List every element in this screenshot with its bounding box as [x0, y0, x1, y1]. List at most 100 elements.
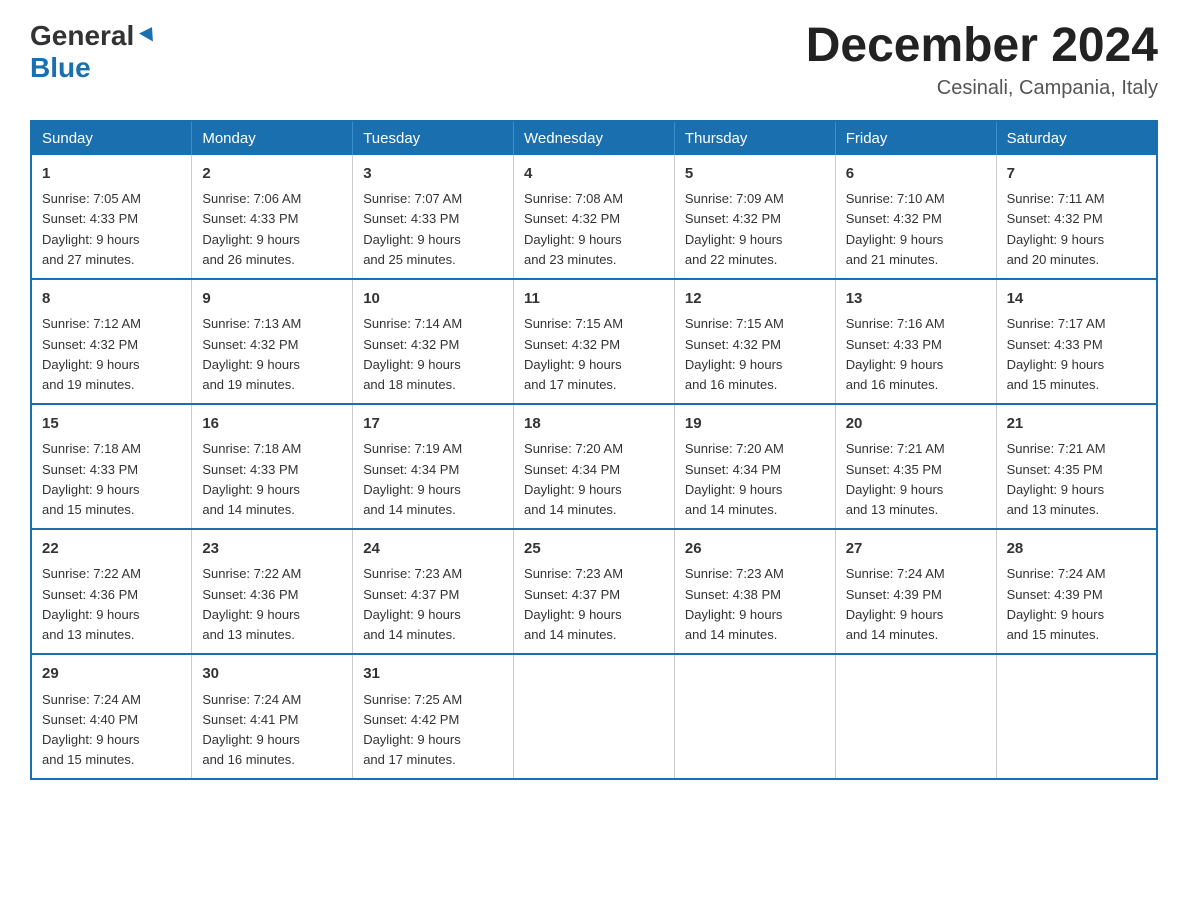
week-row-2: 8 Sunrise: 7:12 AMSunset: 4:32 PMDayligh… — [31, 279, 1157, 404]
day-number: 23 — [202, 538, 342, 561]
day-cell-12: 12 Sunrise: 7:15 AMSunset: 4:32 PMDaylig… — [674, 279, 835, 404]
logo-general-text: General — [30, 20, 134, 52]
day-cell-8: 8 Sunrise: 7:12 AMSunset: 4:32 PMDayligh… — [31, 279, 192, 404]
day-info: Sunrise: 7:10 AMSunset: 4:32 PMDaylight:… — [846, 191, 945, 266]
day-info: Sunrise: 7:07 AMSunset: 4:33 PMDaylight:… — [363, 191, 462, 266]
day-info: Sunrise: 7:23 AMSunset: 4:38 PMDaylight:… — [685, 566, 784, 641]
day-number: 17 — [363, 413, 503, 436]
logo: General Blue — [30, 20, 158, 84]
day-number: 30 — [202, 663, 342, 686]
day-cell-15: 15 Sunrise: 7:18 AMSunset: 4:33 PMDaylig… — [31, 404, 192, 529]
page-header: General Blue December 2024 Cesinali, Cam… — [30, 20, 1158, 100]
day-cell-3: 3 Sunrise: 7:07 AMSunset: 4:33 PMDayligh… — [353, 155, 514, 279]
day-info: Sunrise: 7:06 AMSunset: 4:33 PMDaylight:… — [202, 191, 301, 266]
day-info: Sunrise: 7:23 AMSunset: 4:37 PMDaylight:… — [363, 566, 462, 641]
day-info: Sunrise: 7:11 AMSunset: 4:32 PMDaylight:… — [1007, 191, 1105, 266]
day-number: 9 — [202, 288, 342, 311]
day-number: 20 — [846, 413, 986, 436]
empty-cell — [674, 654, 835, 779]
day-number: 12 — [685, 288, 825, 311]
day-number: 19 — [685, 413, 825, 436]
day-cell-25: 25 Sunrise: 7:23 AMSunset: 4:37 PMDaylig… — [514, 529, 675, 654]
day-info: Sunrise: 7:14 AMSunset: 4:32 PMDaylight:… — [363, 316, 462, 391]
day-info: Sunrise: 7:20 AMSunset: 4:34 PMDaylight:… — [685, 441, 784, 516]
day-cell-29: 29 Sunrise: 7:24 AMSunset: 4:40 PMDaylig… — [31, 654, 192, 779]
day-info: Sunrise: 7:20 AMSunset: 4:34 PMDaylight:… — [524, 441, 623, 516]
day-number: 16 — [202, 413, 342, 436]
day-header-sunday: Sunday — [31, 121, 192, 155]
day-cell-10: 10 Sunrise: 7:14 AMSunset: 4:32 PMDaylig… — [353, 279, 514, 404]
day-number: 31 — [363, 663, 503, 686]
day-number: 4 — [524, 163, 664, 186]
day-number: 15 — [42, 413, 181, 436]
day-cell-21: 21 Sunrise: 7:21 AMSunset: 4:35 PMDaylig… — [996, 404, 1157, 529]
day-cell-17: 17 Sunrise: 7:19 AMSunset: 4:34 PMDaylig… — [353, 404, 514, 529]
day-info: Sunrise: 7:16 AMSunset: 4:33 PMDaylight:… — [846, 316, 945, 391]
day-number: 26 — [685, 538, 825, 561]
day-cell-20: 20 Sunrise: 7:21 AMSunset: 4:35 PMDaylig… — [835, 404, 996, 529]
day-header-tuesday: Tuesday — [353, 121, 514, 155]
day-cell-2: 2 Sunrise: 7:06 AMSunset: 4:33 PMDayligh… — [192, 155, 353, 279]
day-header-friday: Friday — [835, 121, 996, 155]
day-info: Sunrise: 7:12 AMSunset: 4:32 PMDaylight:… — [42, 316, 141, 391]
week-row-3: 15 Sunrise: 7:18 AMSunset: 4:33 PMDaylig… — [31, 404, 1157, 529]
day-cell-22: 22 Sunrise: 7:22 AMSunset: 4:36 PMDaylig… — [31, 529, 192, 654]
day-number: 11 — [524, 288, 664, 311]
day-cell-26: 26 Sunrise: 7:23 AMSunset: 4:38 PMDaylig… — [674, 529, 835, 654]
day-cell-28: 28 Sunrise: 7:24 AMSunset: 4:39 PMDaylig… — [996, 529, 1157, 654]
day-info: Sunrise: 7:23 AMSunset: 4:37 PMDaylight:… — [524, 566, 623, 641]
calendar-header-row: SundayMondayTuesdayWednesdayThursdayFrid… — [31, 121, 1157, 155]
title-block: December 2024 Cesinali, Campania, Italy — [806, 20, 1158, 100]
day-info: Sunrise: 7:22 AMSunset: 4:36 PMDaylight:… — [202, 566, 301, 641]
day-number: 18 — [524, 413, 664, 436]
month-title: December 2024 — [806, 20, 1158, 73]
day-info: Sunrise: 7:25 AMSunset: 4:42 PMDaylight:… — [363, 692, 462, 767]
day-cell-9: 9 Sunrise: 7:13 AMSunset: 4:32 PMDayligh… — [192, 279, 353, 404]
day-cell-18: 18 Sunrise: 7:20 AMSunset: 4:34 PMDaylig… — [514, 404, 675, 529]
day-info: Sunrise: 7:18 AMSunset: 4:33 PMDaylight:… — [202, 441, 301, 516]
day-number: 3 — [363, 163, 503, 186]
empty-cell — [835, 654, 996, 779]
day-info: Sunrise: 7:22 AMSunset: 4:36 PMDaylight:… — [42, 566, 141, 641]
day-cell-19: 19 Sunrise: 7:20 AMSunset: 4:34 PMDaylig… — [674, 404, 835, 529]
day-cell-16: 16 Sunrise: 7:18 AMSunset: 4:33 PMDaylig… — [192, 404, 353, 529]
day-header-thursday: Thursday — [674, 121, 835, 155]
day-header-saturday: Saturday — [996, 121, 1157, 155]
day-number: 13 — [846, 288, 986, 311]
day-info: Sunrise: 7:24 AMSunset: 4:39 PMDaylight:… — [846, 566, 945, 641]
empty-cell — [514, 654, 675, 779]
day-number: 2 — [202, 163, 342, 186]
day-info: Sunrise: 7:05 AMSunset: 4:33 PMDaylight:… — [42, 191, 141, 266]
day-cell-30: 30 Sunrise: 7:24 AMSunset: 4:41 PMDaylig… — [192, 654, 353, 779]
day-info: Sunrise: 7:15 AMSunset: 4:32 PMDaylight:… — [524, 316, 623, 391]
day-cell-24: 24 Sunrise: 7:23 AMSunset: 4:37 PMDaylig… — [353, 529, 514, 654]
day-number: 6 — [846, 163, 986, 186]
empty-cell — [996, 654, 1157, 779]
day-cell-27: 27 Sunrise: 7:24 AMSunset: 4:39 PMDaylig… — [835, 529, 996, 654]
day-header-monday: Monday — [192, 121, 353, 155]
logo-blue-text: Blue — [30, 52, 91, 83]
day-info: Sunrise: 7:21 AMSunset: 4:35 PMDaylight:… — [846, 441, 945, 516]
day-info: Sunrise: 7:19 AMSunset: 4:34 PMDaylight:… — [363, 441, 462, 516]
week-row-4: 22 Sunrise: 7:22 AMSunset: 4:36 PMDaylig… — [31, 529, 1157, 654]
day-info: Sunrise: 7:17 AMSunset: 4:33 PMDaylight:… — [1007, 316, 1106, 391]
day-cell-23: 23 Sunrise: 7:22 AMSunset: 4:36 PMDaylig… — [192, 529, 353, 654]
day-info: Sunrise: 7:15 AMSunset: 4:32 PMDaylight:… — [685, 316, 784, 391]
day-cell-4: 4 Sunrise: 7:08 AMSunset: 4:32 PMDayligh… — [514, 155, 675, 279]
day-number: 10 — [363, 288, 503, 311]
day-info: Sunrise: 7:24 AMSunset: 4:39 PMDaylight:… — [1007, 566, 1106, 641]
day-number: 27 — [846, 538, 986, 561]
day-number: 7 — [1007, 163, 1146, 186]
day-number: 22 — [42, 538, 181, 561]
day-info: Sunrise: 7:09 AMSunset: 4:32 PMDaylight:… — [685, 191, 784, 266]
day-info: Sunrise: 7:21 AMSunset: 4:35 PMDaylight:… — [1007, 441, 1106, 516]
day-info: Sunrise: 7:13 AMSunset: 4:32 PMDaylight:… — [202, 316, 301, 391]
calendar-table: SundayMondayTuesdayWednesdayThursdayFrid… — [30, 120, 1158, 780]
day-cell-6: 6 Sunrise: 7:10 AMSunset: 4:32 PMDayligh… — [835, 155, 996, 279]
logo-arrow-icon — [138, 24, 158, 49]
day-cell-31: 31 Sunrise: 7:25 AMSunset: 4:42 PMDaylig… — [353, 654, 514, 779]
day-info: Sunrise: 7:18 AMSunset: 4:33 PMDaylight:… — [42, 441, 141, 516]
day-number: 21 — [1007, 413, 1146, 436]
day-cell-5: 5 Sunrise: 7:09 AMSunset: 4:32 PMDayligh… — [674, 155, 835, 279]
day-number: 29 — [42, 663, 181, 686]
